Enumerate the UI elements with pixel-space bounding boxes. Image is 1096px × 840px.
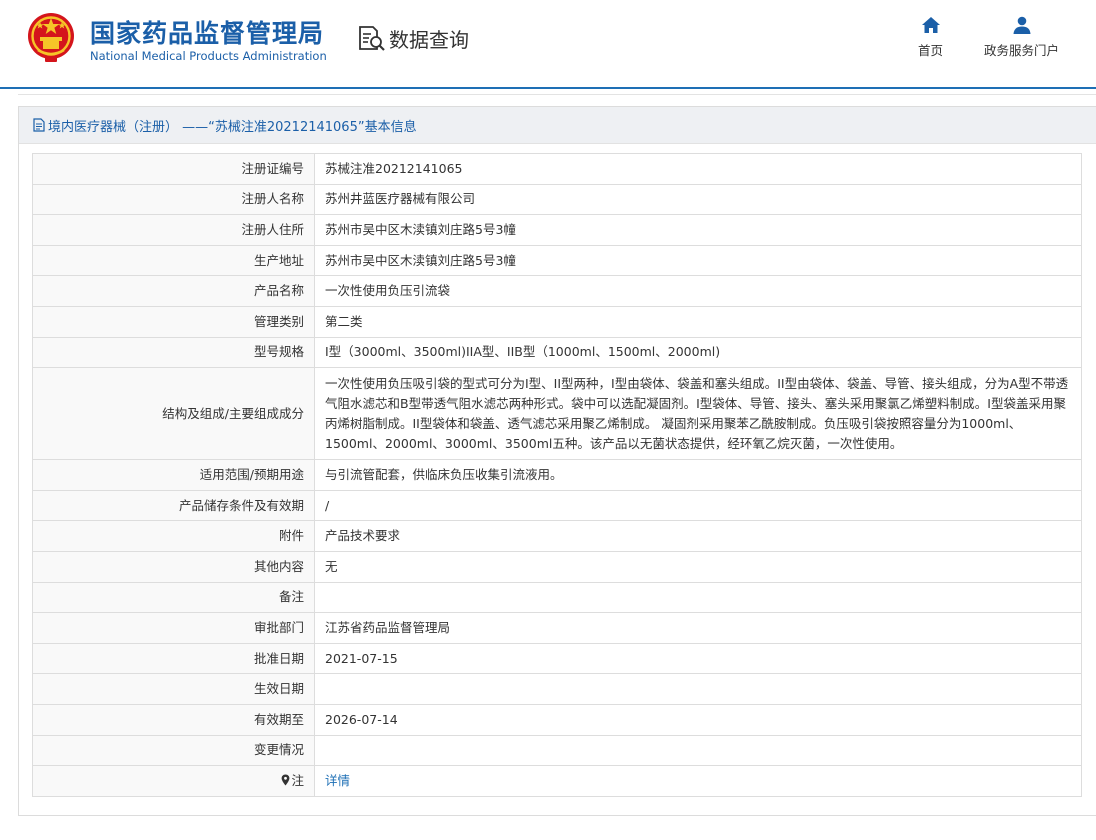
table-row: 附件 产品技术要求 [32,520,1082,552]
table-row: 结构及组成/主要组成成分 一次性使用负压吸引袋的型式可分为I型、II型两种，I型由… [32,367,1082,461]
row-value: 一次性使用负压引流袋 [314,275,1082,307]
row-label: 变更情况 [32,734,315,767]
national-emblem-icon [28,13,74,62]
document-icon [33,118,45,132]
row-label-note: 注 [32,765,315,797]
table-row: 生产地址 苏州市吴中区木渎镇刘庄路5号3幢 [32,244,1082,277]
detail-panel: 境内医疗器械（注册） ——“苏械注准20212141065”基本信息 注册证编号… [18,106,1096,816]
row-label: 注册证编号 [32,153,315,185]
table-row: 有效期至 2026-07-14 [32,703,1082,736]
nav-service-portal[interactable]: 政务服务门户 [984,16,1059,59]
registration-info-table: 注册证编号 苏械注准20212141065 注册人名称 苏州井蓝医疗器械有限公司 注… [32,153,1082,797]
row-value: 第二类 [314,305,1082,338]
table-row: 注册人名称 苏州井蓝医疗器械有限公司 [32,183,1082,216]
row-value: 苏州井蓝医疗器械有限公司 [314,183,1082,216]
row-value [314,581,1082,614]
row-value: 无 [314,550,1082,583]
map-pin-icon [282,774,290,786]
nav-home-label: 首页 [918,43,944,58]
table-row: 产品名称 一次性使用负压引流袋 [32,275,1082,307]
row-label: 有效期至 [32,703,315,736]
row-value: I型（3000ml、3500ml)IIA型、IIB型（1000ml、1500ml… [314,336,1082,369]
row-value: 2026-07-14 [314,703,1082,736]
row-label: 审批部门 [32,612,315,644]
row-label: 产品名称 [32,275,315,307]
data-query-title: 数据查询 [357,24,469,53]
table-row: 其他内容无 [32,550,1082,583]
table-row: 变更情况 [32,734,1082,767]
row-value: 苏州市吴中区木渎镇刘庄路5号3幢 [314,214,1082,246]
home-icon [921,17,940,33]
row-value: 苏械注准20212141065 [314,153,1082,185]
row-label: 其他内容 [32,550,315,583]
row-label: 注册人住所 [32,214,315,246]
row-label: 生效日期 [32,673,315,705]
table-row: 审批部门 江苏省药品监督管理局 [32,612,1082,644]
row-value: 2021-07-15 [314,642,1082,675]
row-label: 注册人名称 [32,183,315,216]
table-row: 注册证编号 苏械注准20212141065 [32,153,1082,185]
table-row: 适用范围/预期用途 与引流管配套，供临床负压收集引流液用。 [32,459,1082,491]
row-value: 产品技术要求 [314,520,1082,552]
table-row: 产品储存条件及有效期 / [32,489,1082,522]
row-value: 与引流管配套，供临床负压收集引流液用。 [314,459,1082,491]
table-row: 管理类别 第二类 [32,305,1082,338]
site-title-cn: 国家药品监督管理局 [90,19,325,48]
nav-home[interactable]: 首页 [918,16,943,59]
table-row: 注册人住所 苏州市吴中区木渎镇刘庄路5号3幢 [32,214,1082,246]
row-value [314,673,1082,705]
row-label: 型号规格 [32,336,315,369]
data-query-label: 数据查询 [389,28,469,52]
row-label: 结构及组成/主要组成成分 [32,367,315,461]
row-label: 备注 [32,581,315,614]
user-icon [1013,16,1030,34]
document-search-icon [359,25,385,51]
row-label: 附件 [32,520,315,552]
header-divider [0,87,1096,89]
note-label: 注 [291,772,304,788]
row-label: 生产地址 [32,244,315,277]
row-label: 批准日期 [32,642,315,675]
row-value: 一次性使用负压吸引袋的型式可分为I型、II型两种，I型由袋体、袋盖和塞头组成。I… [314,367,1082,461]
row-value: 苏州市吴中区木渎镇刘庄路5号3幢 [314,244,1082,277]
details-link[interactable]: 详情 [325,773,350,788]
panel-title: 境内医疗器械（注册） ——“苏械注准20212141065”基本信息 [48,119,417,135]
table-row: 注 详情 [32,765,1082,797]
row-value: 江苏省药品监督管理局 [314,612,1082,644]
panel-header: 境内医疗器械（注册） ——“苏械注准20212141065”基本信息 [19,107,1096,144]
row-value: / [314,489,1082,522]
row-value-note: 详情 [314,765,1082,797]
content-divider [18,94,1096,95]
table-row: 批准日期 2021-07-15 [32,642,1082,675]
site-title-en: National Medical Products Administration [90,49,327,63]
site-header: 国家药品监督管理局 National Medical Products Admi… [0,0,1096,89]
row-label: 适用范围/预期用途 [32,459,315,491]
nav-portal-label: 政务服务门户 [984,43,1060,58]
row-label: 产品储存条件及有效期 [32,489,315,522]
table-row: 备注 [32,581,1082,614]
row-value [314,734,1082,767]
table-row: 型号规格 I型（3000ml、3500ml)IIA型、IIB型（1000ml、15… [32,336,1082,369]
table-row: 生效日期 [32,673,1082,705]
row-label: 管理类别 [32,305,315,338]
